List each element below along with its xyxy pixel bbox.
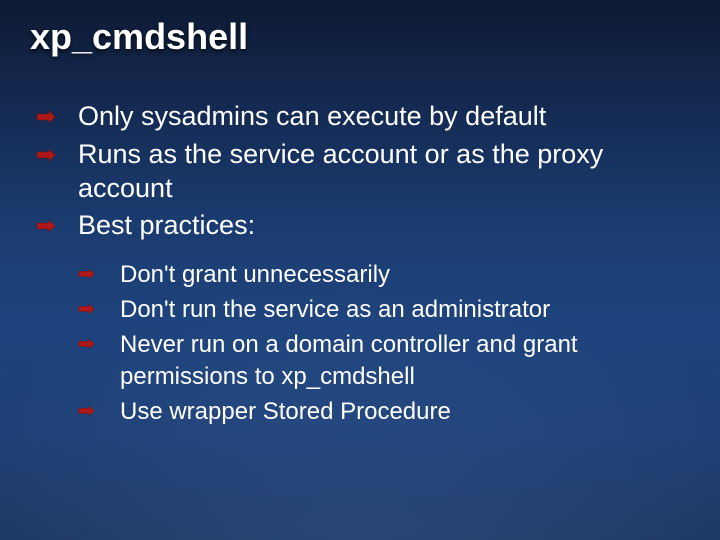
list-item-text: Only sysadmins can execute by default — [78, 101, 546, 131]
list-item-text: Runs as the service account or as the pr… — [78, 139, 603, 203]
sub-list-container: Don't grant unnecessarily Don't run the … — [36, 259, 690, 427]
list-item-text: Best practices: — [78, 210, 255, 240]
list-item: Don't grant unnecessarily — [78, 259, 690, 290]
bullet-icon — [36, 148, 56, 162]
list-item-text: Don't grant unnecessarily — [120, 261, 390, 288]
list-item: Best practices: — [36, 209, 690, 243]
bullet-icon — [78, 405, 95, 417]
list-item-text: Never run on a domain controller and gra… — [120, 331, 578, 389]
main-bullet-list: Only sysadmins can execute by default Ru… — [36, 100, 690, 243]
bullet-icon — [78, 338, 95, 350]
slide-title: xp_cmdshell — [30, 16, 248, 58]
list-item-text: Don't run the service as an administrato… — [120, 296, 550, 323]
bullet-icon — [36, 110, 56, 124]
list-item: Use wrapper Stored Procedure — [78, 396, 690, 427]
sub-bullet-list: Don't grant unnecessarily Don't run the … — [78, 259, 690, 427]
list-item: Never run on a domain controller and gra… — [78, 329, 690, 391]
bullet-icon — [36, 219, 56, 233]
list-item-text: Use wrapper Stored Procedure — [120, 398, 451, 425]
list-item: Runs as the service account or as the pr… — [36, 138, 690, 206]
bullet-icon — [78, 303, 95, 315]
list-item: Only sysadmins can execute by default — [36, 100, 690, 134]
bullet-icon — [78, 268, 95, 280]
slide-content: Only sysadmins can execute by default Ru… — [36, 100, 690, 431]
list-item: Don't run the service as an administrato… — [78, 294, 690, 325]
